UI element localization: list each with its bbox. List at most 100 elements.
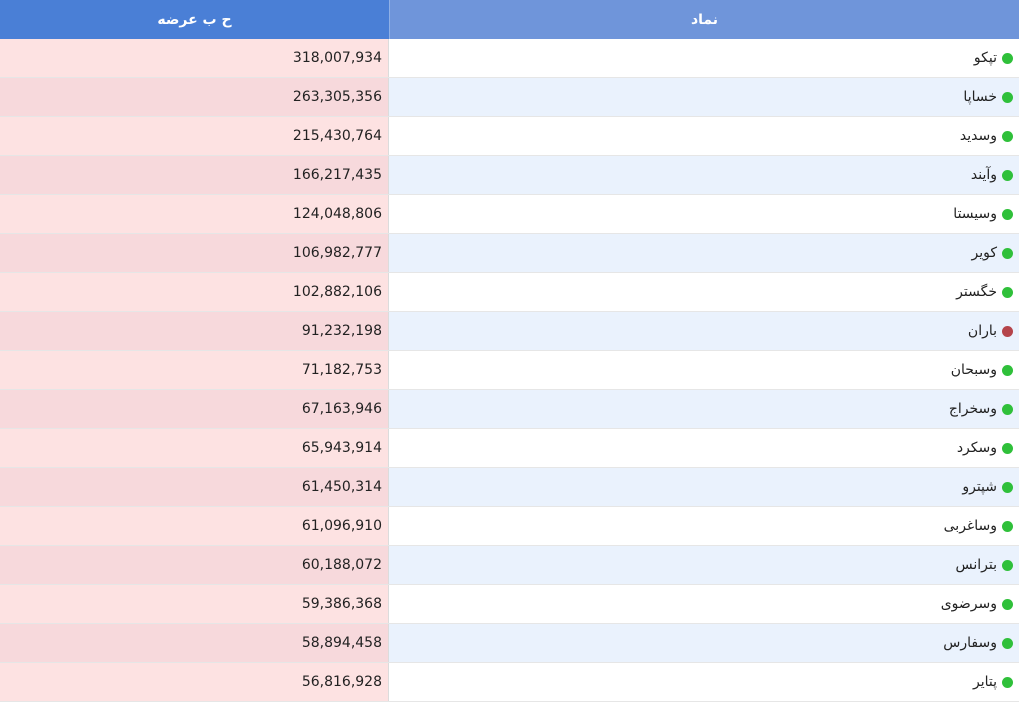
offer-cell: 318,007,934 bbox=[0, 39, 389, 77]
symbol-cell[interactable]: تپکو bbox=[389, 39, 1019, 77]
symbol-wrap: وسفارس bbox=[943, 635, 1013, 651]
symbol-label[interactable]: شپترو bbox=[962, 479, 997, 495]
symbol-cell[interactable]: وسکرد bbox=[389, 429, 1019, 467]
column-header-offer[interactable]: ح ب عرضه bbox=[0, 0, 389, 39]
status-dot-icon bbox=[1002, 481, 1013, 493]
status-dot-icon bbox=[1002, 442, 1013, 454]
symbol-label[interactable]: وآیند bbox=[971, 167, 997, 183]
symbol-label[interactable]: وسبحان bbox=[951, 362, 997, 378]
offer-cell: 215,430,764 bbox=[0, 117, 389, 155]
table-body: 318,007,934 تپکو 263,305,356 خساپا 215,430,7… bbox=[0, 39, 1019, 702]
table-row[interactable]: 215,430,764 وسدید bbox=[0, 117, 1019, 156]
offer-cell: 106,982,777 bbox=[0, 234, 389, 272]
symbol-label[interactable]: باران bbox=[968, 323, 997, 339]
offer-cell: 102,882,106 bbox=[0, 273, 389, 311]
status-dot-icon bbox=[1002, 364, 1013, 376]
status-dot-icon bbox=[1002, 247, 1013, 259]
status-dot-icon bbox=[1002, 286, 1013, 298]
symbol-cell[interactable]: کویر bbox=[389, 234, 1019, 272]
symbol-wrap: شپترو bbox=[962, 479, 1013, 495]
symbol-wrap: وسکرد bbox=[957, 440, 1013, 456]
symbol-cell[interactable]: شپترو bbox=[389, 468, 1019, 506]
table-row[interactable]: 67,163,946 وسخراج bbox=[0, 390, 1019, 429]
offer-cell: 60,188,072 bbox=[0, 546, 389, 584]
symbol-label[interactable]: وسرضوی bbox=[941, 596, 997, 612]
symbol-cell[interactable]: وآیند bbox=[389, 156, 1019, 194]
symbol-cell[interactable]: وسبحان bbox=[389, 351, 1019, 389]
symbol-label[interactable]: پتایر bbox=[973, 674, 997, 690]
table-header: ح ب عرضه نماد bbox=[0, 0, 1019, 39]
symbol-wrap: باران bbox=[968, 323, 1013, 339]
offer-cell: 61,096,910 bbox=[0, 507, 389, 545]
offer-cell: 65,943,914 bbox=[0, 429, 389, 467]
table-row[interactable]: 166,217,435 وآیند bbox=[0, 156, 1019, 195]
symbol-cell[interactable]: وسفارس bbox=[389, 624, 1019, 662]
offer-cell: 61,450,314 bbox=[0, 468, 389, 506]
symbol-wrap: بترانس bbox=[956, 557, 1013, 573]
symbol-cell[interactable]: وسخراج bbox=[389, 390, 1019, 428]
symbol-cell[interactable]: بترانس bbox=[389, 546, 1019, 584]
table-row[interactable]: 102,882,106 خگستر bbox=[0, 273, 1019, 312]
status-dot-icon bbox=[1002, 598, 1013, 610]
symbol-wrap: وآیند bbox=[971, 167, 1013, 183]
table-row[interactable]: 91,232,198 باران bbox=[0, 312, 1019, 351]
symbol-wrap: کویر bbox=[971, 245, 1013, 261]
status-dot-icon bbox=[1002, 520, 1013, 532]
table-row[interactable]: 60,188,072 بترانس bbox=[0, 546, 1019, 585]
offer-cell: 58,894,458 bbox=[0, 624, 389, 662]
table-row[interactable]: 71,182,753 وسبحان bbox=[0, 351, 1019, 390]
symbol-label[interactable]: وسفارس bbox=[943, 635, 997, 651]
column-header-symbol[interactable]: نماد bbox=[389, 0, 1019, 39]
status-dot-icon bbox=[1002, 676, 1013, 688]
table-row[interactable]: 58,894,458 وسفارس bbox=[0, 624, 1019, 663]
symbol-label[interactable]: وسیستا bbox=[953, 206, 997, 222]
symbol-wrap: وسیستا bbox=[953, 206, 1013, 222]
table-row[interactable]: 59,386,368 وسرضوی bbox=[0, 585, 1019, 624]
status-dot-icon bbox=[1002, 169, 1013, 181]
symbol-wrap: وسدید bbox=[960, 128, 1013, 144]
symbol-label[interactable]: خساپا bbox=[963, 89, 997, 105]
symbol-label[interactable]: تپکو bbox=[974, 50, 997, 66]
symbol-cell[interactable]: باران bbox=[389, 312, 1019, 350]
table-row[interactable]: 106,982,777 کویر bbox=[0, 234, 1019, 273]
status-dot-icon bbox=[1002, 91, 1013, 103]
symbol-wrap: خگستر bbox=[956, 284, 1013, 300]
symbol-cell[interactable]: وسرضوی bbox=[389, 585, 1019, 623]
table-row[interactable]: 61,450,314 شپترو bbox=[0, 468, 1019, 507]
symbol-wrap: پتایر bbox=[973, 674, 1013, 690]
offer-cell: 124,048,806 bbox=[0, 195, 389, 233]
symbol-wrap: وسبحان bbox=[951, 362, 1013, 378]
status-dot-icon bbox=[1002, 559, 1013, 571]
offer-cell: 71,182,753 bbox=[0, 351, 389, 389]
symbol-cell[interactable]: وسیستا bbox=[389, 195, 1019, 233]
status-dot-icon bbox=[1002, 325, 1013, 337]
table-row[interactable]: 56,816,928 پتایر bbox=[0, 663, 1019, 702]
offer-cell: 59,386,368 bbox=[0, 585, 389, 623]
symbol-cell[interactable]: وساغربی bbox=[389, 507, 1019, 545]
symbol-label[interactable]: بترانس bbox=[956, 557, 997, 573]
table-row[interactable]: 263,305,356 خساپا bbox=[0, 78, 1019, 117]
symbol-label[interactable]: وسخراج bbox=[949, 401, 997, 417]
symbol-wrap: تپکو bbox=[974, 50, 1013, 66]
table-row[interactable]: 65,943,914 وسکرد bbox=[0, 429, 1019, 468]
symbol-wrap: وساغربی bbox=[944, 518, 1013, 534]
status-dot-icon bbox=[1002, 130, 1013, 142]
table-row[interactable]: 61,096,910 وساغربی bbox=[0, 507, 1019, 546]
status-dot-icon bbox=[1002, 637, 1013, 649]
symbol-label[interactable]: کویر bbox=[971, 245, 997, 261]
symbol-cell[interactable]: خگستر bbox=[389, 273, 1019, 311]
symbol-wrap: وسرضوی bbox=[941, 596, 1013, 612]
offer-cell: 91,232,198 bbox=[0, 312, 389, 350]
table-row[interactable]: 318,007,934 تپکو bbox=[0, 39, 1019, 78]
status-dot-icon bbox=[1002, 52, 1013, 64]
symbol-wrap: خساپا bbox=[963, 89, 1013, 105]
symbol-cell[interactable]: خساپا bbox=[389, 78, 1019, 116]
status-dot-icon bbox=[1002, 208, 1013, 220]
symbol-label[interactable]: وسکرد bbox=[957, 440, 997, 456]
symbol-cell[interactable]: پتایر bbox=[389, 663, 1019, 701]
symbol-label[interactable]: خگستر bbox=[956, 284, 997, 300]
symbol-cell[interactable]: وسدید bbox=[389, 117, 1019, 155]
symbol-label[interactable]: وسدید bbox=[960, 128, 997, 144]
symbol-label[interactable]: وساغربی bbox=[944, 518, 997, 534]
table-row[interactable]: 124,048,806 وسیستا bbox=[0, 195, 1019, 234]
